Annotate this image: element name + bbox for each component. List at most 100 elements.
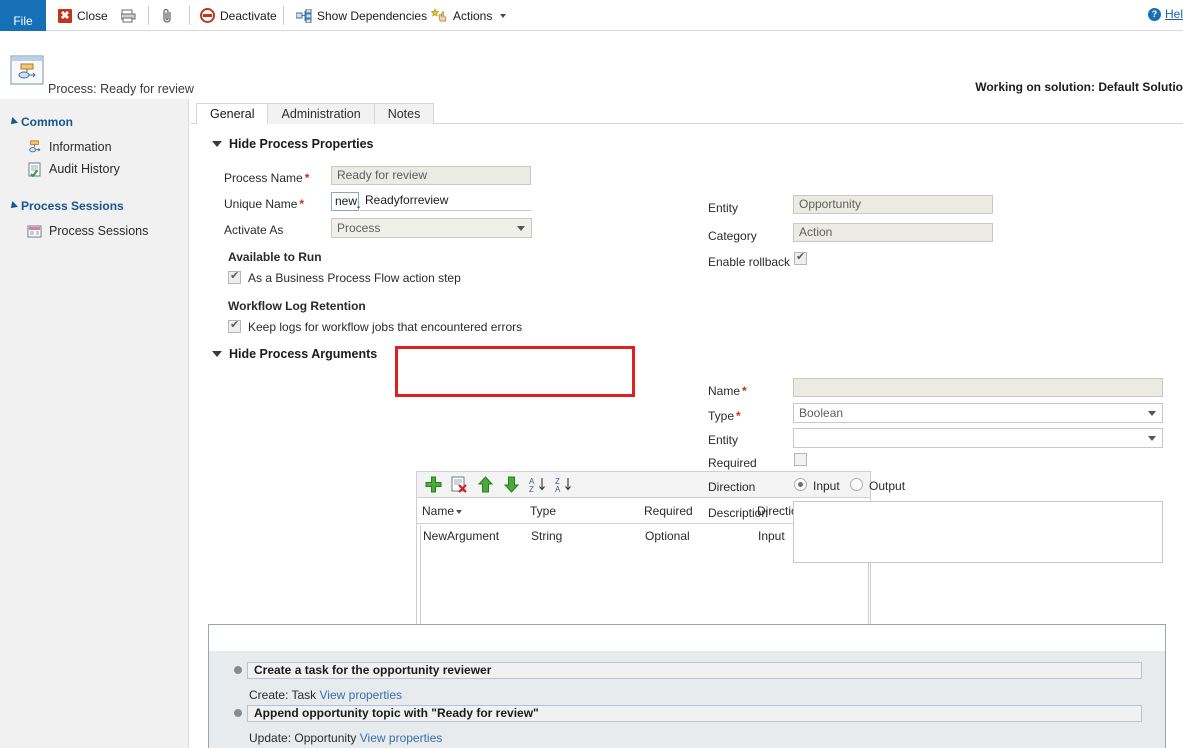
argument-description-textarea[interactable] [793,501,1163,563]
actions-menu-label: Actions [453,10,492,22]
chevron-down-icon [500,14,506,18]
deactivate-button[interactable]: Deactivate [200,0,277,31]
file-menu-tab[interactable]: File [0,0,46,31]
entity-input[interactable]: Opportunity [793,195,993,214]
workflow-step-title-2[interactable]: Append opportunity topic with "Ready for… [247,705,1142,722]
workflow-step-meta: Create: Task View properties [249,688,402,702]
tab-strip: General Administration Notes [196,102,433,124]
view-properties-link-2[interactable]: View properties [360,731,443,745]
tab-administration[interactable]: Administration [267,103,374,124]
delete-argument-icon[interactable] [451,476,468,493]
argument-description-label: Description [708,506,768,520]
svg-text:A: A [555,485,561,493]
argument-name-label-text: Name [708,384,740,398]
sidebar-item-process-sessions-label: Process Sessions [49,224,148,238]
direction-output-label: Output [869,479,905,493]
sort-descending-icon[interactable]: Z A [555,476,572,493]
workflow-step-meta-2: Update: Opportunity View properties [249,731,442,745]
nav-group-process-sessions-label: Process Sessions [21,199,124,213]
move-up-icon[interactable] [477,476,494,493]
record-header: Process: Ready for review Information Wo… [0,31,1183,99]
cell-name: NewArgument [423,529,499,543]
audit-history-icon [27,162,42,177]
entity-label: Entity [708,201,738,215]
activate-as-select[interactable]: Process [331,218,532,238]
solution-context-note: Working on solution: Default Solutio [975,80,1183,94]
sort-ascending-icon[interactable]: A Z [529,476,546,493]
process-sessions-icon [27,224,42,239]
column-header-name[interactable]: Name [422,504,462,518]
run-report-icon [121,9,136,23]
step-target: Task [291,688,316,702]
close-button[interactable]: ✖ Close [58,0,108,31]
process-name-label: Process Name* [224,171,309,185]
required-asterisk-2: * [299,197,304,211]
column-header-required[interactable]: Required [644,504,693,518]
category-input[interactable]: Action [793,223,993,242]
close-button-label: Close [77,10,108,22]
close-x-icon: ✖ [58,9,72,23]
bpf-action-step-checkbox[interactable] [228,271,241,284]
tab-general[interactable]: General [196,103,268,124]
chevron-down-icon-2 [212,351,222,357]
help-link[interactable]: ? Hel [1148,7,1183,21]
add-new-argument-icon[interactable] [425,476,442,493]
help-question-icon: ? [1148,8,1161,21]
cell-required: Optional [645,529,690,543]
argument-entity-select[interactable] [793,428,1163,448]
help-link-label: Hel [1165,7,1183,21]
attach-paperclip-icon [162,8,174,23]
process-icon [27,140,42,155]
run-report-button[interactable] [121,0,136,31]
sidebar-item-audit-history[interactable]: Audit History [0,158,188,180]
nav-group-common[interactable]: Common [0,112,188,132]
unique-name-prefix[interactable]: new_ [331,192,359,211]
process-large-icon [10,55,44,85]
actions-menu-button[interactable]: Actions [431,0,506,31]
move-down-icon[interactable] [503,476,520,493]
tab-general-label: General [210,107,254,121]
argument-type-label: Type* [708,409,741,423]
argument-direction-label: Direction [708,480,755,494]
keep-logs-label: Keep logs for workflow jobs that encount… [248,320,522,334]
column-header-type[interactable]: Type [530,504,556,518]
attach-file-button[interactable] [162,0,174,31]
file-tab-label: File [13,14,32,28]
step-bullet-icon [234,666,242,674]
tab-administration-label: Administration [281,107,360,121]
tab-notes[interactable]: Notes [374,103,435,124]
cell-direction: Input [758,529,785,543]
command-ribbon: File ✖ Close Deactivate [0,0,1183,31]
column-header-name-label: Name [422,504,454,518]
keep-logs-checkbox[interactable] [228,320,241,333]
view-properties-link[interactable]: View properties [320,688,403,702]
argument-name-input[interactable] [793,378,1163,397]
argument-type-select[interactable]: Boolean [793,403,1163,423]
section-toggle-process-properties[interactable]: Hide Process Properties [212,137,374,151]
argument-required-checkbox[interactable] [794,453,807,466]
enable-rollback-checkbox[interactable] [794,252,807,265]
deactivate-button-label: Deactivate [220,10,277,22]
ribbon-separator-2 [189,6,190,25]
chevron-down-icon-4 [1148,436,1156,441]
workflow-step-title[interactable]: Create a task for the opportunity review… [247,662,1142,679]
workflow-steps-panel: Create a task for the opportunity review… [208,624,1166,748]
activate-as-value: Process [337,221,380,235]
unique-name-input[interactable]: Readyforreview [360,192,531,211]
argument-required-label: Required [708,456,757,470]
section-toggle-process-arguments[interactable]: Hide Process Arguments [212,347,377,361]
active-tab-mask [197,123,249,124]
direction-input-radio[interactable] [794,478,807,491]
process-name-input[interactable]: Ready for review [331,166,531,185]
sidebar-item-information[interactable]: Information [0,136,188,158]
left-navigation: Common Information Audit History Process… [0,99,189,748]
argument-entity-label: Entity [708,433,738,447]
activate-as-label: Activate As [224,223,283,237]
tab-notes-label: Notes [388,107,421,121]
sort-caret-icon [456,510,462,514]
show-dependencies-button[interactable]: Show Dependencies [296,0,427,31]
nav-group-process-sessions[interactable]: Process Sessions [0,196,188,216]
direction-output-radio[interactable] [850,478,863,491]
bpf-action-step-label: As a Business Process Flow action step [248,271,461,285]
sidebar-item-process-sessions[interactable]: Process Sessions [0,220,188,242]
